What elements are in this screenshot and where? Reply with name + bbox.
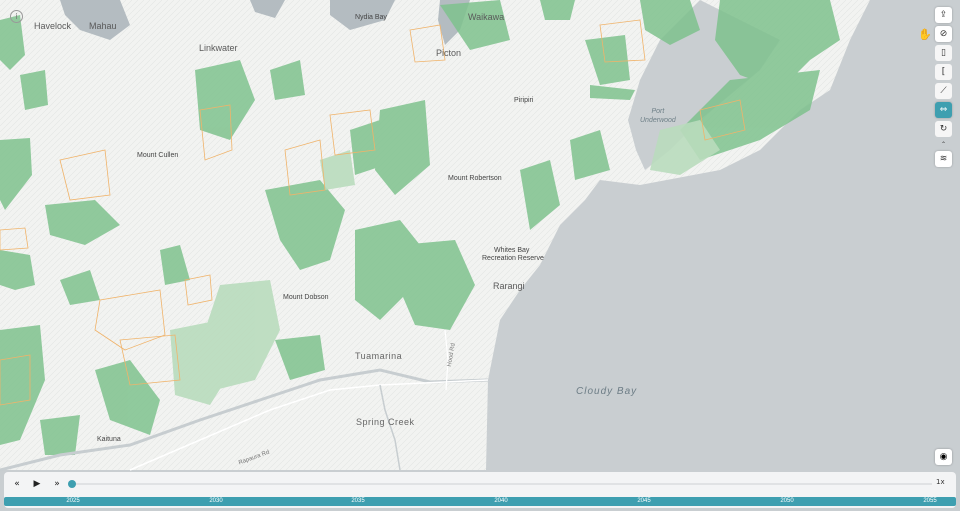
place-label: Rarangi [493,281,525,291]
place-label: Whites Bay [494,247,530,254]
place-label: Piripiri [514,97,534,104]
chart-icon[interactable]: ⟋ [935,83,952,99]
timeline-player: « ▶ » 1x 2025 2030 2035 2040 2045 2050 2… [4,472,956,508]
year-scale[interactable]: 2025 2030 2035 2040 2045 2050 2055 [4,497,956,506]
place-label: Waikawa [468,12,505,22]
place-label: Mount Cullen [137,152,179,159]
water-label: Port Underwood [640,108,676,124]
place-label: Mount Dobson [283,294,329,301]
info-icon[interactable]: i [10,10,23,23]
place-label: Mahau [89,21,117,31]
forward-button[interactable]: » [50,477,64,491]
map-toolbar: ⇪ ⊘ ▯ [ ⟋ ⇔ ↻ ⌃ ≋ [935,7,952,170]
play-button[interactable]: ▶ [30,477,44,491]
share-icon[interactable]: ⇪ [935,7,952,23]
timeline-track[interactable] [72,483,932,485]
bookmark-icon[interactable]: ▯ [935,45,952,61]
place-label: Recreation Reserve [482,255,544,262]
place-label: Linkwater [199,43,238,53]
year-tick: 2030 [209,498,223,504]
timeline-knob[interactable] [68,480,76,488]
year-tick: 2035 [351,498,365,504]
water-label: Cloudy Bay [576,386,638,397]
rotate-icon[interactable]: ↻ [935,121,952,137]
camera-icon[interactable]: ◉ [935,449,952,465]
place-label: Tuamarina [355,351,403,361]
chevron-up-icon[interactable]: ⌃ [935,140,952,148]
place-label: Mount Robertson [448,175,502,182]
year-tick: 2050 [780,498,794,504]
year-tick: 2055 [923,498,937,504]
place-label: Picton [436,48,462,58]
place-label: Spring Creek [356,417,415,427]
forest-harvest-map[interactable] [0,0,960,511]
place-label: Kaituna [97,436,121,443]
compass-icon[interactable]: ⊘ [935,26,952,42]
place-label: Havelock [34,21,72,31]
speed-button[interactable]: 1x [936,478,945,486]
layers-icon[interactable]: ≋ [935,151,952,167]
rewind-button[interactable]: « [10,477,24,491]
bracket-icon[interactable]: [ [935,64,952,80]
pan-hand-icon: ✋ [918,28,932,41]
year-tick: 2040 [494,498,508,504]
year-tick: 2025 [66,498,80,504]
year-tick: 2045 [637,498,651,504]
timeline-icon[interactable]: ⇔ [935,102,952,118]
place-label: Nydia Bay [355,14,387,21]
